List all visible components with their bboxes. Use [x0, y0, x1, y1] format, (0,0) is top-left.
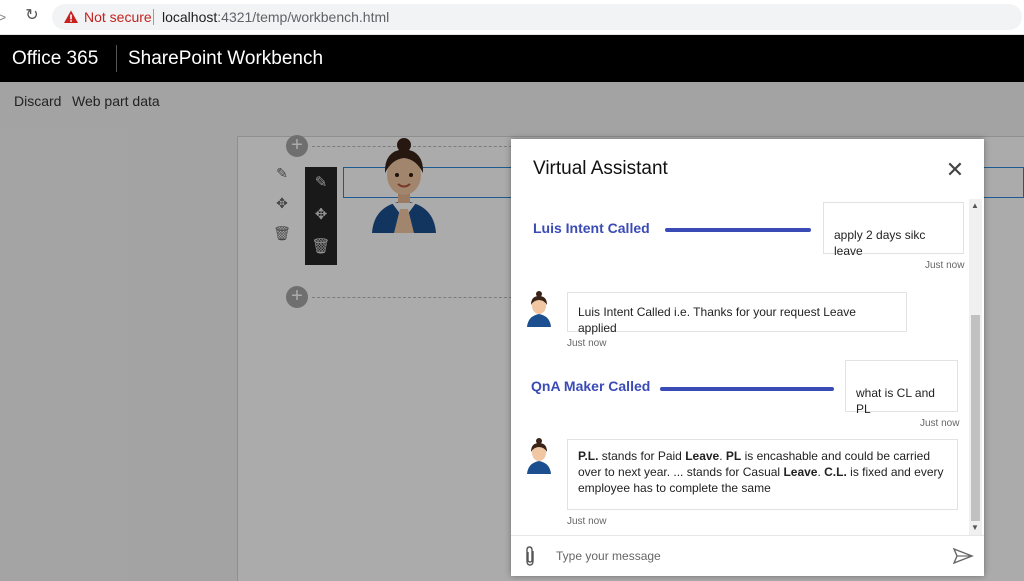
bot-avatar-icon: [527, 291, 551, 327]
url-path: :4321/temp/workbench.html: [217, 9, 390, 25]
bot-message-bubble: Luis Intent Called i.e. Thanks for your …: [567, 292, 907, 335]
scroll-up-icon[interactable]: ▲: [971, 201, 979, 210]
scroll-down-icon[interactable]: ▼: [971, 523, 979, 532]
message-timestamp: Just now: [920, 418, 960, 429]
message-text-run: Leave: [685, 449, 720, 463]
omnibox-divider: [153, 9, 154, 25]
bot-message-bubble: P.L. stands for Paid Leave. PL is encash…: [567, 439, 958, 510]
reload-icon[interactable]: ↻: [22, 6, 42, 26]
attachment-icon[interactable]: [521, 545, 539, 567]
luis-annotation: Luis Intent Called: [533, 220, 650, 236]
bot-avatar-icon: [527, 438, 551, 474]
chat-scrollbar[interactable]: ▲ ▼: [969, 199, 982, 535]
message-text-run: P.L.: [578, 449, 599, 463]
user-message-bubble: what is CL and PL: [845, 360, 958, 416]
user-message-bubble: apply 2 days sikc leave: [823, 202, 964, 258]
message-text-run: .: [719, 449, 726, 463]
app-title: SharePoint Workbench: [128, 48, 324, 69]
url-host: localhost: [162, 9, 218, 25]
message-input[interactable]: [556, 544, 936, 568]
message-text-run: C.L.: [824, 465, 847, 479]
send-icon[interactable]: [952, 545, 974, 567]
forward-icon[interactable]: >: [0, 9, 6, 25]
scroll-thumb[interactable]: [971, 315, 980, 521]
office-365-link[interactable]: Office 365: [12, 48, 98, 70]
warning-icon[interactable]: [63, 9, 79, 25]
message-timestamp: Just now: [925, 260, 965, 271]
annotation-underline: [665, 228, 811, 232]
url-text[interactable]: localhost:4321/temp/workbench.html: [162, 9, 389, 25]
security-label[interactable]: Not secure: [84, 9, 152, 25]
close-icon[interactable]: ✕: [944, 159, 966, 181]
chat-history[interactable]: Luis Intent Called apply 2 days sikc lea…: [511, 199, 969, 535]
message-text-run: Leave: [783, 465, 818, 479]
qna-annotation: QnA Maker Called: [531, 378, 651, 394]
annotation-underline: [660, 387, 834, 391]
message-timestamp: Just now: [567, 516, 607, 527]
message-text-run: stands for Paid: [598, 449, 686, 463]
virtual-assistant-panel: Virtual Assistant ✕ Luis Intent Called a…: [511, 139, 984, 576]
omnibox[interactable]: Not secure localhost:4321/temp/workbench…: [52, 4, 1022, 30]
suite-divider: [116, 45, 117, 72]
chat-input-bar: [511, 535, 984, 576]
message-timestamp: Just now: [567, 338, 607, 349]
message-text-run: PL: [725, 449, 742, 463]
suite-bar: Office 365 SharePoint Workbench: [0, 35, 1024, 82]
browser-address-bar: > ↻ Not secure localhost:4321/temp/workb…: [0, 0, 1024, 35]
chat-title: Virtual Assistant: [533, 158, 668, 179]
